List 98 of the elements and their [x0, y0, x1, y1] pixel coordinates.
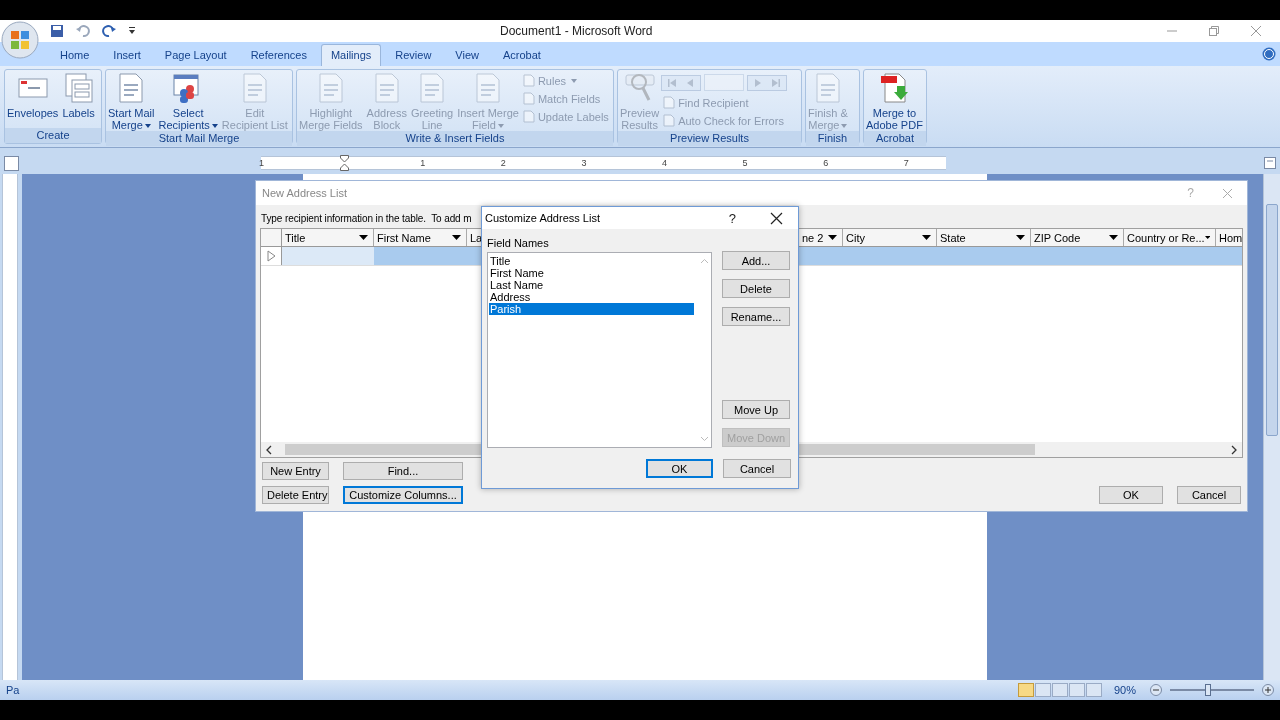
page-status[interactable]: Pa	[6, 684, 20, 696]
customize-caret-icon[interactable]	[128, 26, 136, 36]
ok-button[interactable]: OK	[646, 459, 713, 478]
list-item[interactable]: Title	[489, 255, 694, 267]
caret-icon	[144, 124, 151, 129]
caret-icon	[211, 124, 218, 129]
caret-icon	[497, 124, 504, 129]
dialog-button[interactable]: Delete	[722, 279, 790, 298]
document-icon	[473, 72, 503, 104]
group-label: Start Mail Merge	[106, 131, 292, 146]
list-item[interactable]: Parish	[489, 303, 694, 315]
scroll-left-icon[interactable]	[265, 444, 273, 455]
dropdown-arrow-icon[interactable]	[1109, 235, 1118, 240]
ribbon-button[interactable]: Merge to Adobe PDF	[864, 72, 925, 131]
dropdown-arrow-icon[interactable]	[922, 235, 931, 240]
pdf-document-icon	[879, 72, 910, 104]
zoom-out-icon[interactable]	[1150, 684, 1162, 696]
ruler-number: 5	[742, 158, 748, 168]
cancel-button[interactable]: Cancel	[723, 459, 791, 478]
group-label: Create	[5, 128, 101, 143]
dialog-button[interactable]: Add...	[722, 251, 790, 270]
list-item[interactable]: Address	[489, 291, 694, 303]
ribbon-tab[interactable]: Acrobat	[493, 44, 551, 66]
ruler-number: 7	[903, 158, 909, 168]
list-item[interactable]: First Name	[489, 267, 694, 279]
ribbon-tab[interactable]: View	[445, 44, 489, 66]
dialog-title: Customize Address List	[485, 212, 600, 224]
dialog-title: New Address List	[262, 187, 347, 199]
cancel-button[interactable]: Cancel	[1177, 486, 1241, 504]
help-icon[interactable]	[1262, 47, 1276, 61]
ribbon-tab[interactable]: Page Layout	[154, 44, 237, 66]
document-icon	[522, 110, 535, 123]
column-header[interactable]: State	[937, 229, 1031, 246]
dialog-button[interactable]: Move Up	[722, 400, 790, 419]
save-icon[interactable]	[50, 24, 64, 38]
dropdown-arrow-icon[interactable]	[1016, 235, 1025, 240]
close-icon[interactable]	[770, 211, 783, 225]
redo-icon[interactable]	[102, 24, 116, 38]
window-title: Document1 - Microsoft Word	[500, 24, 653, 38]
list-label: Field Names	[487, 237, 550, 249]
ribbon-tab[interactable]: Mailings	[320, 44, 382, 66]
ok-button[interactable]: OK	[1099, 486, 1163, 504]
ribbon-button[interactable]: Start Mail Merge	[106, 72, 157, 131]
zoom-level[interactable]: 90%	[1113, 684, 1136, 696]
document-icon	[522, 92, 535, 105]
caret-icon	[571, 78, 577, 83]
group-label: Preview Results	[618, 131, 801, 146]
dialog-button[interactable]: Find...	[343, 462, 463, 480]
group-label: Write & Insert Fields	[297, 131, 613, 146]
zoom-in-icon[interactable]	[1262, 684, 1274, 696]
ribbon-tab[interactable]: Home	[50, 44, 100, 66]
column-header[interactable]: Title	[282, 229, 374, 246]
dropdown-arrow-icon[interactable]	[828, 235, 837, 240]
ribbon-tab[interactable]: References	[240, 44, 317, 66]
view-ruler-icon[interactable]	[1264, 157, 1276, 169]
dialog-button[interactable]: Delete Entry	[262, 486, 329, 504]
dialog-button[interactable]: Customize Columns...	[343, 486, 463, 504]
tab-selector[interactable]	[4, 155, 19, 171]
column-header[interactable]: Country or Re...	[1124, 229, 1216, 246]
ribbon-tab[interactable]: Insert	[103, 44, 151, 66]
undo-icon[interactable]	[76, 24, 90, 38]
ribbon-button[interactable]: Labels	[60, 72, 97, 119]
row-pointer-icon	[266, 250, 276, 262]
group-label: Finish	[806, 131, 859, 146]
column-header[interactable]: First Name	[374, 229, 467, 246]
restore-icon[interactable]	[1208, 25, 1220, 37]
dialog-button[interactable]: Rename...	[722, 307, 790, 326]
dropdown-arrow-icon[interactable]	[359, 235, 368, 240]
ruler-number: 6	[823, 158, 829, 168]
ruler-number: 1	[259, 158, 264, 168]
help-button[interactable]: ?	[728, 210, 736, 226]
labels-icon	[63, 72, 94, 104]
field-list[interactable]: Title First Name Last Name Address Parish	[487, 252, 712, 448]
ruler-number: 4	[661, 158, 667, 168]
document-icon	[663, 96, 676, 109]
ribbon-button[interactable]: Envelopes	[5, 72, 61, 119]
ruler-number: 1	[420, 158, 426, 168]
ribbon-button[interactable]: Select Recipients	[156, 72, 220, 131]
slider-thumb[interactable]	[1204, 684, 1211, 696]
view-buttons-icon[interactable]	[1017, 683, 1102, 697]
document-icon	[522, 74, 535, 87]
ribbon-tab[interactable]: Review	[385, 44, 442, 66]
column-header[interactable]: ZIP Code	[1031, 229, 1124, 246]
dropdown-arrow-icon[interactable]	[1204, 235, 1210, 240]
indent-marker-icon[interactable]	[339, 155, 349, 171]
scroll-right-icon[interactable]	[1230, 444, 1238, 455]
group-label: Acrobat	[864, 131, 926, 146]
caret-icon	[841, 124, 848, 129]
ruler-number: 2	[500, 158, 506, 168]
column-header[interactable]: Hom	[1216, 229, 1242, 246]
dropdown-arrow-icon[interactable]	[452, 235, 461, 240]
dialog-button[interactable]: New Entry	[262, 462, 329, 480]
document-icon	[663, 114, 676, 127]
list-item[interactable]: Last Name	[489, 279, 694, 291]
ruler-number: 3	[581, 158, 587, 168]
column-header[interactable]: City	[843, 229, 937, 246]
vertical-scrollbar[interactable]	[1263, 174, 1280, 680]
instruction-text: Type recipient information in the table. To add m	[261, 213, 472, 226]
